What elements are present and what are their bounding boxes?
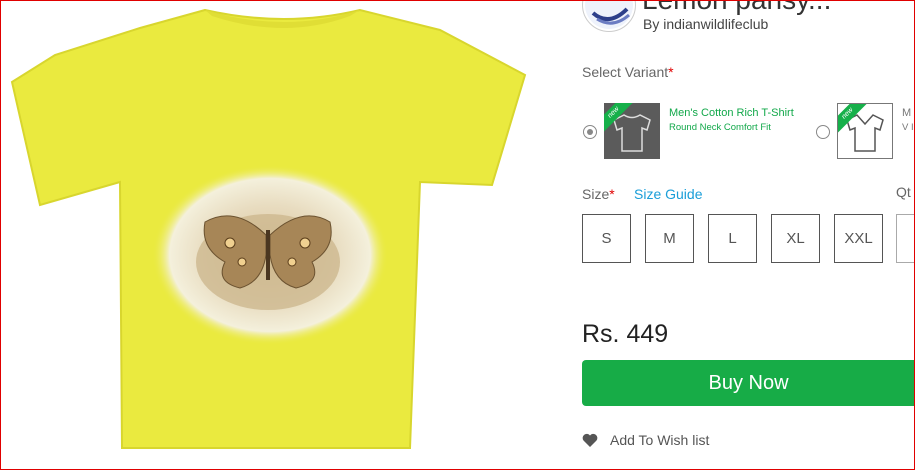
size-option-xl[interactable]: XL bbox=[771, 214, 820, 263]
product-title: Lemon pansy... bbox=[642, 0, 831, 16]
variant-thumb-1[interactable]: new bbox=[604, 103, 660, 159]
wishlist-label: Add To Wish list bbox=[610, 432, 710, 448]
buy-now-button[interactable]: Buy Now bbox=[582, 360, 915, 406]
size-option-l[interactable]: L bbox=[708, 214, 757, 263]
heart-icon bbox=[582, 433, 598, 447]
add-to-wishlist[interactable]: Add To Wish list bbox=[582, 432, 709, 448]
required-mark: * bbox=[668, 64, 674, 80]
variant-2-subtitle: V I bbox=[902, 122, 914, 133]
required-mark: * bbox=[609, 186, 615, 202]
variant-1-subtitle: Round Neck Comfort Fit bbox=[669, 122, 771, 133]
seller-byline[interactable]: By indianwildlifeclub bbox=[643, 16, 768, 32]
seller-avatar[interactable] bbox=[582, 0, 636, 32]
size-option-s[interactable]: S bbox=[582, 214, 631, 263]
size-option-m[interactable]: M bbox=[645, 214, 694, 263]
size-label: Size* bbox=[582, 186, 615, 202]
price: Rs. 449 bbox=[582, 320, 669, 348]
seller-logo-icon bbox=[585, 0, 633, 29]
variant-1-name[interactable]: Men's Cotton Rich T-Shirt bbox=[669, 107, 794, 119]
variant-radio-2[interactable] bbox=[816, 125, 830, 139]
variant-2-name[interactable]: M bbox=[902, 107, 911, 119]
size-guide-link[interactable]: Size Guide bbox=[634, 186, 702, 202]
variant-thumb-2[interactable]: new bbox=[837, 103, 893, 159]
size-option-xxl[interactable]: XXL bbox=[834, 214, 883, 263]
variant-radio-1[interactable] bbox=[583, 125, 597, 139]
quantity-input[interactable] bbox=[896, 214, 915, 263]
select-variant-text: Select Variant bbox=[582, 64, 669, 80]
size-text: Size bbox=[582, 186, 610, 202]
quantity-label: Qt bbox=[896, 184, 911, 200]
tshirt-illustration bbox=[10, 8, 527, 449]
select-variant-label: Select Variant* bbox=[582, 64, 674, 80]
product-image[interactable] bbox=[0, 0, 560, 470]
